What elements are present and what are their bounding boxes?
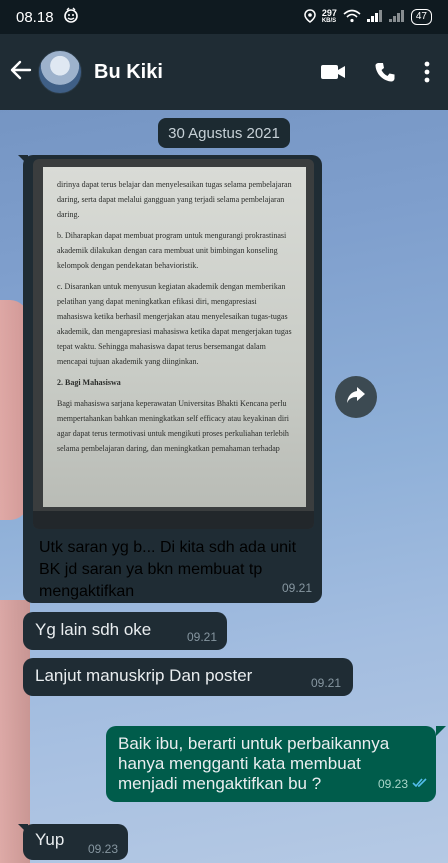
forward-button[interactable] — [335, 376, 377, 418]
doc-line: Bagi mahasiswa sarjana keperawatan Unive… — [57, 399, 289, 453]
message-text: Baik ibu, berarti untuk perbaikannya han… — [118, 734, 390, 793]
net-speed-unit: KB/S — [321, 18, 337, 24]
doc-line: dirinya dapat terus belajar dan menyeles… — [57, 180, 292, 219]
wifi-icon — [343, 9, 361, 26]
battery-icon: 47 — [410, 9, 432, 25]
signal-icon-2 — [388, 9, 405, 25]
net-speed-value: 297 — [321, 8, 337, 18]
message-text: Lanjut manuskrip Dan poster — [35, 666, 253, 685]
net-speed: 297 KB/S — [322, 9, 337, 25]
doc-line: 2. Bagi Mahasiswa — [57, 378, 121, 387]
message-time: 09.23 — [377, 777, 408, 791]
date-chip: 30 Agustus 2021 — [158, 118, 290, 148]
message-caption: Utk saran yg b... Di kita sdh ada unit B… — [39, 539, 297, 600]
document-page: dirinya dapat terus belajar dan menyeles… — [43, 167, 306, 507]
message-time: 09.21 — [186, 630, 217, 644]
outgoing-message[interactable]: Baik ibu, berarti untuk perbaikannya han… — [106, 726, 436, 802]
message-text: Yg lain sdh oke — [35, 620, 152, 639]
read-receipt-icon — [412, 774, 428, 794]
doc-line: c. Disarankan untuk menyusun kegiatan ak… — [57, 282, 292, 366]
photo-taskbar — [33, 511, 314, 529]
contact-avatar[interactable] — [38, 50, 82, 94]
emoji-status-icon — [62, 6, 80, 28]
video-call-icon[interactable] — [320, 63, 346, 81]
status-bar: 08.18 297 KB/S 47 — [0, 0, 448, 34]
incoming-message[interactable]: Yg lain sdh oke 09.21 — [23, 612, 227, 650]
voice-call-icon[interactable] — [374, 61, 396, 83]
document-photo[interactable]: dirinya dapat terus belajar dan menyeles… — [33, 159, 314, 529]
doc-line: b. Diharapkan dapat membuat program untu… — [57, 231, 287, 270]
message-time: 09.21 — [281, 581, 312, 595]
back-arrow-icon[interactable] — [10, 59, 34, 85]
status-time: 08.18 — [16, 8, 54, 26]
chat-header: Bu Kiki — [0, 34, 448, 110]
bubble-tail — [436, 726, 446, 736]
location-icon — [304, 8, 316, 26]
image-message-bubble[interactable]: dirinya dapat terus belajar dan menyeles… — [23, 155, 322, 603]
contact-name[interactable]: Bu Kiki — [94, 61, 163, 84]
message-time: 09.23 — [87, 842, 118, 856]
forward-arrow-icon — [346, 386, 366, 409]
more-options-icon[interactable] — [424, 61, 430, 83]
message-text: Yup — [35, 830, 65, 849]
incoming-message[interactable]: Yup 09.23 — [23, 824, 128, 860]
incoming-message[interactable]: Lanjut manuskrip Dan poster 09.21 — [23, 658, 353, 696]
message-time: 09.21 — [310, 676, 341, 690]
signal-icon — [366, 9, 383, 25]
